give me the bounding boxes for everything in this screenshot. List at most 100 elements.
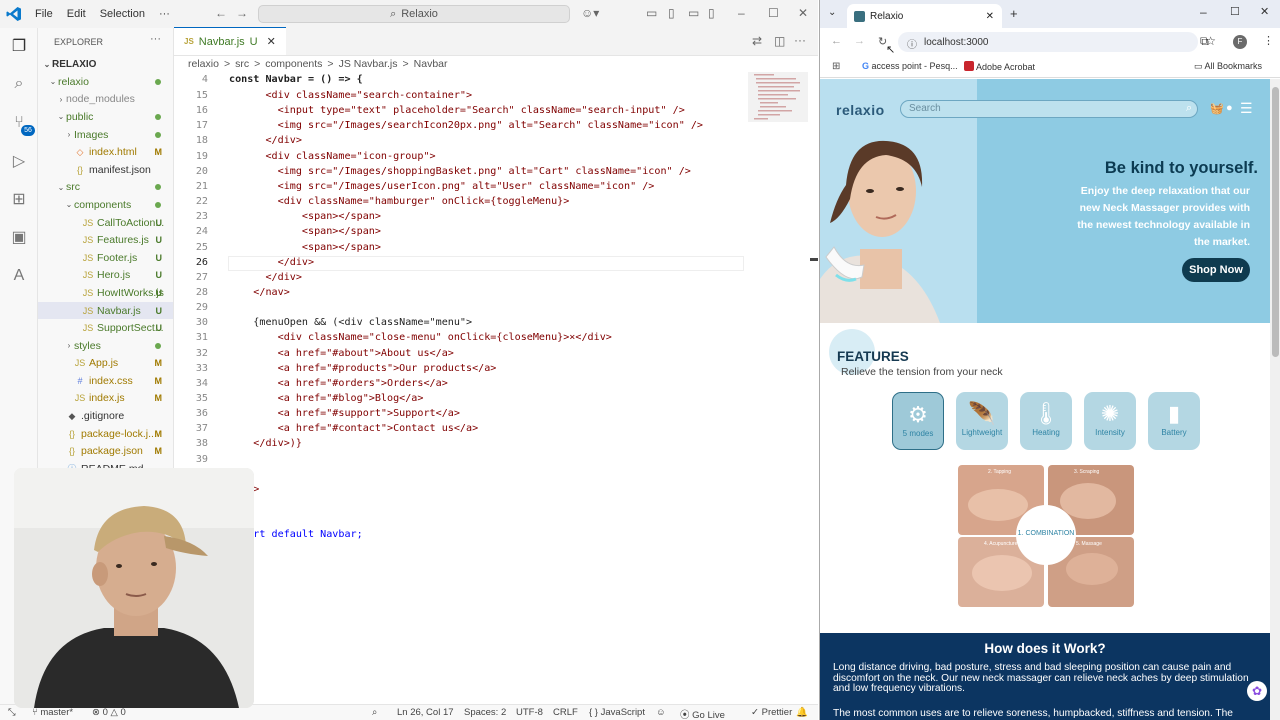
tab-search-icon[interactable]: ⌄ [828,7,836,18]
remote-explorer-icon[interactable]: ▣ [9,228,29,248]
cart-icon[interactable]: 🧺 [1210,102,1224,115]
site-search-input[interactable]: Search [900,100,1198,118]
command-center[interactable]: ⌕ Relaxio [258,5,570,23]
browser-scrollbar[interactable] [1270,79,1280,720]
breadcrumb-relaxio[interactable]: relaxio [188,58,219,70]
shop-now-button[interactable]: Shop Now [1182,258,1250,282]
close-window-icon[interactable]: ✕ [1260,5,1269,18]
explorer-root[interactable]: ⌄ RELAXIO [38,56,173,74]
close-tab-icon[interactable]: ✕ [986,11,994,22]
bookmark-adobe-acrobat[interactable]: Adobe Acrobat [964,61,1035,72]
tree-item[interactable]: › styles [38,337,173,355]
tree-item[interactable]: ⌄ public [38,108,173,126]
copilot-icon[interactable]: ☺▾ [581,6,599,20]
editor-scrollbar[interactable] [810,72,818,702]
breadcrumb-components[interactable]: components [265,58,322,70]
apps-grid-icon[interactable]: ⊞ [832,61,840,72]
tree-item[interactable]: JS index.js M [38,390,173,408]
prettier[interactable]: ✓ Prettier [751,707,792,718]
tab-navbar-js[interactable]: JS Navbar.js U ✕ [174,27,286,55]
breadcrumb-src[interactable]: src [235,58,249,70]
cursor-position[interactable]: Ln 26, Col 17 [397,707,454,718]
language-mode[interactable]: { } JavaScript [589,707,645,718]
menu-file[interactable]: File [28,8,60,20]
notifications-icon[interactable]: 🔔 [796,707,808,718]
tree-item[interactable]: ◇ index.html M [38,143,173,161]
bookmark-access-point[interactable]: G access point - Pesq... [862,61,958,71]
minimize-icon[interactable]: – [738,6,745,20]
forward-arrow-icon[interactable]: → [236,6,248,20]
copilot-status-icon[interactable]: ☺ [656,707,666,718]
explorer-icon[interactable]: ❐ [9,37,29,57]
search-icon[interactable]: ⌕ [9,74,29,94]
feature-card[interactable]: ✺ Intensity [1084,392,1136,450]
minimize-icon[interactable]: – [1200,5,1207,19]
tree-item[interactable]: › Images [38,126,173,144]
maximize-icon[interactable]: ☐ [1230,5,1240,18]
maximize-icon[interactable]: ☐ [768,6,779,20]
more-editor-actions-icon[interactable]: ··· [794,33,806,47]
tree-item[interactable]: # index.css M [38,372,173,390]
tree-item[interactable]: {} manifest.json [38,161,173,179]
feature-card[interactable]: ⚙ 5 modes [892,392,944,450]
breadcrumb-navbar-symbol[interactable]: Navbar [414,58,448,70]
encoding[interactable]: UTF-8 [516,707,543,718]
minimap[interactable] [748,72,808,192]
tree-item[interactable]: JS CallToAction... U [38,214,173,232]
line-endings[interactable]: CRLF [553,707,578,718]
browser-menu-icon[interactable]: ⋮ [1263,34,1274,47]
site-info-icon[interactable]: ⓘ [907,36,917,51]
azure-icon[interactable]: A [9,266,29,286]
feature-card[interactable]: 🪶 Lightweight [956,392,1008,450]
search-icon[interactable]: ⌕ [1186,102,1192,115]
layout-icon[interactable]: ▭ [646,6,657,20]
address-bar[interactable]: ⓘ localhost:3000 ☆ [898,32,1216,52]
tree-item[interactable]: ⌄ src [38,179,173,197]
forward-icon[interactable]: → [854,35,865,47]
tree-item[interactable]: ⌄ relaxio [38,73,173,91]
breadcrumb-navbar-js[interactable]: JS Navbar.js [339,58,398,70]
toggle-sidebar-icon[interactable]: ▯ [668,6,675,20]
back-icon[interactable]: ← [831,35,842,47]
browser-tab-relaxio[interactable]: Relaxio ✕ [847,4,1002,28]
extensions-icon[interactable]: ⧉ [1200,34,1209,49]
tree-item[interactable]: {} package-lock.j... M [38,425,173,443]
toggle-panel-icon[interactable]: ▭ [688,6,699,20]
toggle-secondary-sidebar-icon[interactable]: ▯ [708,6,715,20]
remote-icon[interactable]: ⤡ [8,707,16,718]
feature-card[interactable]: 🌡 Heating [1020,392,1072,450]
compare-icon[interactable]: ⇄ [752,34,762,48]
close-icon[interactable]: ✕ [798,6,808,20]
tree-item[interactable]: JS Hero.js U [38,267,173,285]
branch-status[interactable]: ⑂ master* [32,707,73,718]
close-tab-icon[interactable]: ✕ [267,35,276,48]
back-arrow-icon[interactable]: ← [215,6,227,20]
tree-item[interactable]: JS Navbar.js U [38,301,173,320]
more-actions-icon[interactable]: ··· [150,33,161,45]
menu-more[interactable]: ··· [152,8,177,20]
all-bookmarks[interactable]: ▭ All Bookmarks [1194,61,1262,72]
feature-card[interactable]: ▮ Battery [1148,392,1200,450]
extensions-icon[interactable]: ⊞ [9,190,29,210]
new-tab-icon[interactable]: + [1010,6,1018,21]
menu-selection[interactable]: Selection [93,8,152,20]
tree-item[interactable]: JS HowItWorks.js U [38,284,173,302]
tree-item[interactable]: JS SupportSect... U [38,319,173,337]
tree-item[interactable]: › node_modules [38,91,173,109]
zoom-icon[interactable]: ⌕ [372,707,377,718]
menu-edit[interactable]: Edit [60,8,93,20]
tree-item[interactable]: JS App.js M [38,355,173,373]
tree-item[interactable]: JS Footer.js U [38,249,173,267]
hamburger-menu-icon[interactable]: ☰ [1240,100,1253,117]
floating-assistant-icon[interactable]: ✿ [1247,681,1267,701]
tree-item[interactable]: JS Features.js U [38,231,173,249]
indentation[interactable]: Spaces: 2 [464,707,506,718]
split-editor-icon[interactable]: ◫ [774,34,785,48]
run-debug-icon[interactable]: ▷ [9,152,29,172]
user-icon[interactable]: ● [1226,102,1233,114]
tree-item[interactable]: {} package.json M [38,442,173,460]
tree-item[interactable]: ⌄ components [38,196,173,214]
problems-status[interactable]: ⊗ 0 △ 0 [92,707,126,718]
site-logo[interactable]: relaxio [836,102,885,118]
tree-item[interactable]: ◆ .gitignore [38,407,173,425]
